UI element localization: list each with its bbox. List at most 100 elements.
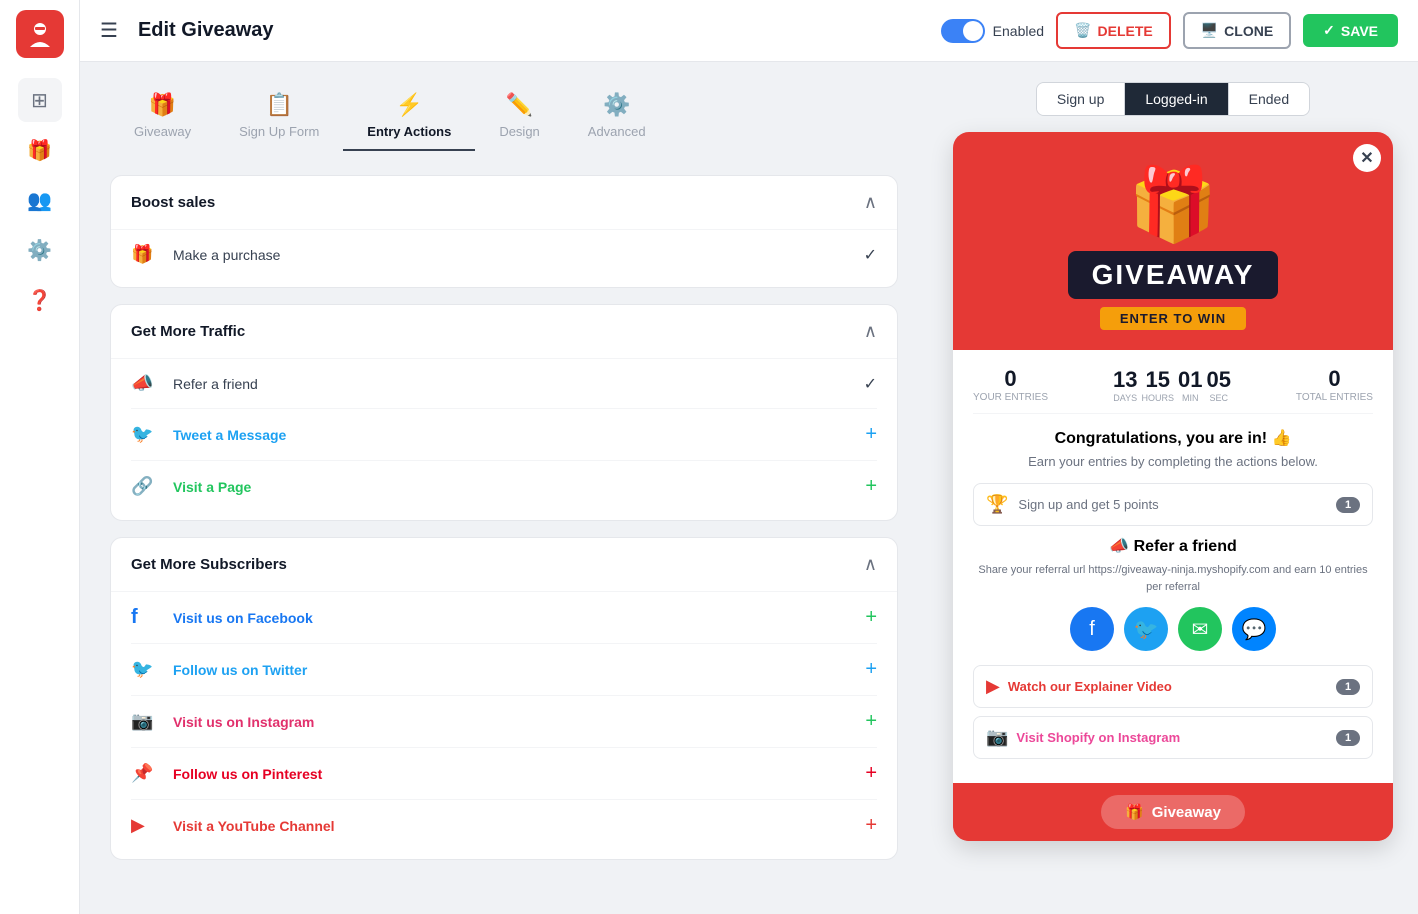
app-logo[interactable] [16, 10, 64, 58]
youtube-action-row[interactable]: ▶ Watch our Explainer Video 1 [973, 665, 1373, 708]
more-subscribers-chevron: ∧ [864, 554, 877, 575]
widget-close-button[interactable]: ✕ [1353, 144, 1381, 172]
your-entries-stat: 0 Your entries [973, 366, 1048, 403]
list-item[interactable]: ▶ Visit a YouTube Channel + [131, 800, 877, 851]
entry-tab-label: Entry Actions [367, 124, 451, 139]
min-label: MIN [1178, 393, 1202, 403]
sidebar-item-help[interactable]: ❓ [18, 278, 62, 322]
youtube-label: Visit a YouTube Channel [173, 818, 865, 834]
widget-footer: 🎁 Giveaway [953, 783, 1393, 841]
boost-sales-header[interactable]: Boost sales ∧ [111, 176, 897, 229]
countdown-group: 13 DAYS 15 HOURS 01 MIN [1113, 367, 1231, 403]
youtube-action-text: Watch our Explainer Video [1008, 679, 1336, 694]
tab-signup-form[interactable]: 📋 Sign Up Form [215, 82, 343, 151]
sec-countdown: 05 SEC [1206, 367, 1230, 403]
list-item[interactable]: 🎁 Make a purchase ✓ [131, 230, 877, 279]
giveaway-footer-tab[interactable]: 🎁 Giveaway [1101, 795, 1245, 829]
gift-icon: 🎁 [1128, 162, 1218, 247]
facebook-label: Visit us on Facebook [173, 610, 865, 626]
instagram-action-row[interactable]: 📷 Visit Shopify on Instagram 1 [973, 716, 1373, 759]
messenger-share-button[interactable]: 💬 [1232, 607, 1276, 651]
widget-subtitle-bg: ENTER TO WIN [1100, 307, 1246, 330]
tweet-icon: 🐦 [131, 424, 161, 445]
right-panel: Sign up Logged-in Ended ✕ 🎁 GIVEAWAY ENT… [928, 62, 1418, 914]
twitter-follow-label: Follow us on Twitter [173, 662, 865, 678]
preview-tab-ended[interactable]: Ended [1228, 83, 1309, 115]
footer-gift-icon: 🎁 [1125, 803, 1144, 821]
days-countdown: 13 DAYS [1113, 367, 1137, 403]
advanced-tab-label: Advanced [588, 124, 646, 139]
purchase-label: Make a purchase [173, 247, 864, 263]
congrats-text: Congratulations, you are in! 👍 [973, 428, 1373, 448]
sidebar-item-giveaways[interactable]: 🎁 [18, 128, 62, 172]
list-item[interactable]: 🐦 Tweet a Message + [131, 409, 877, 461]
clone-button[interactable]: 🖥️ CLONE [1183, 12, 1291, 49]
signup-action-row[interactable]: 🏆 Sign up and get 5 points 1 [973, 483, 1373, 526]
design-tab-icon: ✏️ [506, 92, 533, 118]
save-button[interactable]: ✓ SAVE [1303, 14, 1398, 47]
twitter-share-button[interactable]: 🐦 [1124, 607, 1168, 651]
list-item[interactable]: f Visit us on Facebook + [131, 592, 877, 644]
menu-icon[interactable]: ☰ [100, 18, 118, 43]
tab-giveaway[interactable]: 🎁 Giveaway [110, 82, 215, 151]
sidebar-item-settings[interactable]: ⚙️ [18, 228, 62, 272]
list-item[interactable]: 🐦 Follow us on Twitter + [131, 644, 877, 696]
preview-tabs: Sign up Logged-in Ended [1036, 82, 1310, 116]
enabled-toggle[interactable] [941, 19, 985, 43]
hours-label: HOURS [1141, 393, 1174, 403]
signup-badge: 1 [1336, 497, 1360, 513]
boost-sales-section: Boost sales ∧ 🎁 Make a purchase ✓ [110, 175, 898, 288]
refer-icon: 📣 [131, 373, 161, 394]
tab-entry-actions[interactable]: ⚡ Entry Actions [343, 82, 475, 151]
purchase-icon: 🎁 [131, 244, 161, 265]
refer-section: 📣 Refer a friend Share your referral url… [973, 536, 1373, 651]
min-countdown: 01 MIN [1178, 367, 1202, 403]
more-subscribers-body: f Visit us on Facebook + 🐦 Follow us on … [111, 591, 897, 859]
tab-design[interactable]: ✏️ Design [475, 82, 563, 151]
widget-body: 0 Your entries 13 DAYS 15 HOURS [953, 350, 1393, 783]
more-subscribers-section: Get More Subscribers ∧ f Visit us on Fac… [110, 537, 898, 860]
list-item[interactable]: 🔗 Visit a Page + [131, 461, 877, 512]
days-value: 13 [1113, 367, 1137, 393]
youtube-icon: ▶ [131, 815, 161, 836]
list-item[interactable]: 📌 Follow us on Pinterest + [131, 748, 877, 800]
enabled-label: Enabled [993, 23, 1044, 39]
twitter-follow-icon: 🐦 [131, 659, 161, 680]
more-subscribers-title: Get More Subscribers [131, 556, 287, 573]
social-buttons: f 🐦 ✉ 💬 [973, 607, 1373, 651]
boost-sales-title: Boost sales [131, 194, 215, 211]
sidebar-item-dashboard[interactable]: ⊞ [18, 78, 62, 122]
tab-advanced[interactable]: ⚙️ Advanced [564, 82, 670, 151]
visit-page-label: Visit a Page [173, 479, 865, 495]
preview-tab-loggedin[interactable]: Logged-in [1125, 83, 1227, 115]
design-tab-label: Design [499, 124, 539, 139]
widget-hero: 🎁 GIVEAWAY ENTER TO WIN [953, 132, 1393, 350]
youtube-plus-icon: + [865, 814, 877, 837]
list-item[interactable]: 📣 Refer a friend ✓ [131, 359, 877, 409]
delete-button[interactable]: 🗑️ DELETE [1056, 12, 1171, 49]
sec-label: SEC [1206, 393, 1230, 403]
total-entries-label: Total entries [1296, 392, 1373, 403]
instagram-label: Visit us on Instagram [173, 714, 865, 730]
pinterest-label: Follow us on Pinterest [173, 766, 865, 782]
refer-title: 📣 Refer a friend [973, 536, 1373, 556]
widget-subtitle: ENTER TO WIN [1120, 311, 1226, 326]
sidebar-item-audience[interactable]: 👥 [18, 178, 62, 222]
signup-tab-label: Sign Up Form [239, 124, 319, 139]
widget-stats: 0 Your entries 13 DAYS 15 HOURS [973, 366, 1373, 414]
email-share-button[interactable]: ✉ [1178, 607, 1222, 651]
total-entries-stat: 0 Total entries [1296, 366, 1373, 403]
list-item[interactable]: 📷 Visit us on Instagram + [131, 696, 877, 748]
signup-action-text: Sign up and get 5 points [1018, 497, 1336, 512]
giveaway-widget: ✕ 🎁 GIVEAWAY ENTER TO WIN [953, 132, 1393, 841]
your-entries-value: 0 [973, 366, 1048, 392]
more-subscribers-header[interactable]: Get More Subscribers ∧ [111, 538, 897, 591]
delete-icon: 🗑️ [1074, 22, 1091, 39]
facebook-share-button[interactable]: f [1070, 607, 1114, 651]
instagram-action-text: Visit Shopify on Instagram [1016, 730, 1336, 745]
more-traffic-header[interactable]: Get More Traffic ∧ [111, 305, 897, 358]
content-area: 🎁 Giveaway 📋 Sign Up Form ⚡ Entry Action… [80, 62, 1418, 914]
preview-tab-signup[interactable]: Sign up [1037, 83, 1125, 115]
instagram-badge: 1 [1336, 730, 1360, 746]
hours-value: 15 [1141, 367, 1174, 393]
